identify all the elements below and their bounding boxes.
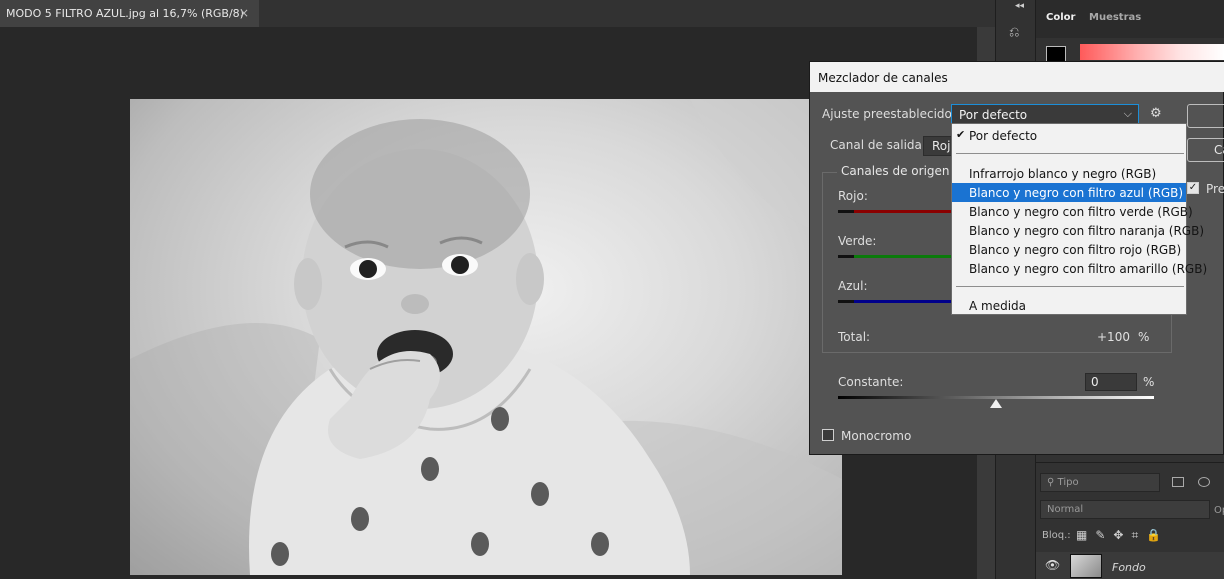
preset-option-label: Infrarrojo blanco y negro (RGB) xyxy=(969,167,1157,181)
red-channel-slider[interactable] xyxy=(838,210,958,213)
panel-tabs: Color Muestras xyxy=(1036,0,1224,38)
gear-icon[interactable]: ⚙ xyxy=(1150,106,1162,121)
constant-slider-thumb[interactable] xyxy=(990,399,1002,408)
red-slider-start xyxy=(838,210,854,213)
lock-label: Bloq.: xyxy=(1042,530,1071,541)
preset-dropdown-list: ✔ Por defecto Infrarrojo blanco y negro … xyxy=(951,123,1207,315)
close-tab-icon[interactable]: × xyxy=(239,6,249,20)
preset-option-infrared[interactable]: Infrarrojo blanco y negro (RGB) xyxy=(952,164,1186,183)
layer-name: Fondo xyxy=(1112,561,1146,574)
constant-value: 0 xyxy=(1091,375,1099,389)
preset-option-label: A medida xyxy=(969,299,1027,313)
constant-percent: % xyxy=(1143,375,1155,389)
output-channel-value: Roj xyxy=(932,139,951,153)
blue-slider-start xyxy=(838,300,854,303)
layers-divider xyxy=(1036,462,1224,463)
tab-color[interactable]: Color xyxy=(1046,12,1075,23)
blue-channel-label: Azul: xyxy=(838,279,868,293)
preview-label: Pre xyxy=(1206,182,1224,196)
preset-select-value: Por defecto xyxy=(959,108,1028,122)
cancel-button[interactable]: Ca xyxy=(1187,138,1224,162)
chevron-down-icon: ⌵ xyxy=(1123,107,1132,120)
eye-icon[interactable]: 👁 xyxy=(1045,558,1060,572)
history-icon[interactable]: ⎌ xyxy=(1009,25,1019,40)
green-slider-start xyxy=(838,255,854,258)
dropdown-separator xyxy=(956,153,1184,154)
layer-filter-placeholder: Tipo xyxy=(1057,477,1079,488)
document-image xyxy=(130,99,842,575)
blend-mode-value: Normal xyxy=(1047,504,1084,515)
document-tab-title: MODO 5 FILTRO AZUL.jpg al 16,7% (RGB/8) xyxy=(6,7,244,20)
blue-channel-slider[interactable] xyxy=(838,300,958,303)
image-filter-icon[interactable] xyxy=(1172,477,1184,487)
ok-button[interactable] xyxy=(1187,104,1224,128)
preset-option-custom[interactable]: A medida xyxy=(952,296,1186,315)
constant-label: Constante: xyxy=(838,375,904,389)
preset-option-green-filter[interactable]: Blanco y negro con filtro verde (RGB) xyxy=(952,202,1193,221)
preset-option-label: Blanco y negro con filtro rojo (RGB) xyxy=(969,243,1182,257)
preset-option-orange-filter[interactable]: Blanco y negro con filtro naranja (RGB) xyxy=(952,221,1204,240)
document-tab[interactable]: MODO 5 FILTRO AZUL.jpg al 16,7% (RGB/8) … xyxy=(0,0,259,27)
preset-label: Ajuste preestablecido: xyxy=(822,107,956,121)
red-channel-label: Rojo: xyxy=(838,189,868,203)
checkmark-icon: ✔ xyxy=(956,128,966,141)
output-channel-label: Canal de salida: xyxy=(830,138,926,152)
layer-thumbnail xyxy=(1070,554,1102,578)
preset-option-label: Blanco y negro con filtro azul (RGB) xyxy=(969,186,1184,200)
constant-input[interactable]: 0 xyxy=(1085,373,1137,391)
collapse-panels-icon[interactable]: ◂◂ xyxy=(1015,1,1024,11)
document-tab-bar: MODO 5 FILTRO AZUL.jpg al 16,7% (RGB/8) … xyxy=(0,0,995,27)
green-channel-slider[interactable] xyxy=(838,255,958,258)
color-ramp[interactable] xyxy=(1080,44,1224,60)
opacity-label: Op xyxy=(1214,505,1224,516)
monochrome-checkbox[interactable] xyxy=(822,429,834,441)
monochrome-label: Monocromo xyxy=(841,429,912,443)
preset-option-label: Blanco y negro con filtro verde (RGB) xyxy=(969,205,1193,219)
total-value: +100 xyxy=(1097,330,1130,344)
preset-option-yellow-filter[interactable]: Blanco y negro con filtro amarillo (RGB) xyxy=(952,259,1207,278)
preset-option-blue-filter[interactable]: Blanco y negro con filtro azul (RGB) xyxy=(952,183,1186,202)
preset-option-default[interactable]: ✔ Por defecto xyxy=(952,126,1186,145)
preset-option-label: Blanco y negro con filtro amarillo (RGB) xyxy=(969,262,1208,276)
lock-icons[interactable]: ▦✎✥⌗🔒 xyxy=(1076,528,1169,543)
tab-swatches[interactable]: Muestras xyxy=(1089,12,1141,23)
preset-option-label: Blanco y negro con filtro naranja (RGB) xyxy=(969,224,1204,238)
dropdown-separator xyxy=(956,286,1184,287)
adjustment-filter-icon[interactable] xyxy=(1198,477,1210,487)
preset-option-red-filter[interactable]: Blanco y negro con filtro rojo (RGB) xyxy=(952,240,1186,259)
foreground-color-swatch[interactable] xyxy=(1046,46,1066,62)
layer-filter-input[interactable]: ⚲ Tipo xyxy=(1040,473,1160,492)
total-label: Total: xyxy=(838,330,871,344)
blend-mode-select[interactable]: Normal xyxy=(1040,500,1210,519)
total-percent: % xyxy=(1138,330,1150,344)
preset-option-label: Por defecto xyxy=(969,129,1038,143)
source-channels-label: Canales de origen xyxy=(837,164,954,178)
preview-checkbox[interactable]: ✓ xyxy=(1187,182,1199,194)
dialog-title: Mezclador de canales xyxy=(810,62,1224,92)
green-channel-label: Verde: xyxy=(838,234,877,248)
